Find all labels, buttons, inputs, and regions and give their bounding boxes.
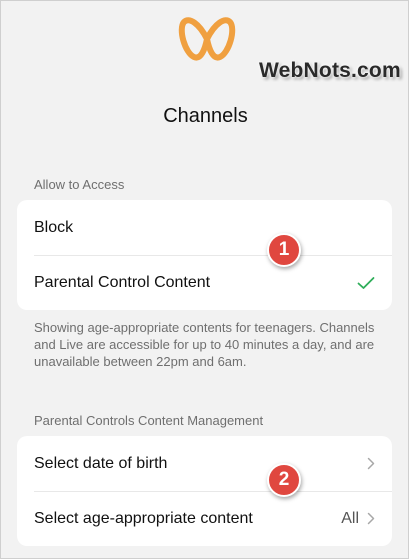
section-header-content-management: Parental Controls Content Management [34, 413, 264, 428]
option-parental-control-content[interactable]: Parental Control Content [17, 255, 392, 310]
select-date-of-birth-row[interactable]: Select date of birth [17, 436, 392, 491]
annotation-badge-2: 2 [267, 463, 301, 497]
chevron-right-icon [367, 512, 375, 525]
watermark: WebNots.com [259, 59, 401, 82]
page-title: Channels [163, 105, 248, 127]
section-header-allow-access: Allow to Access [34, 177, 125, 192]
checkmark-icon [357, 276, 375, 289]
screen: WebNots.com Channels Allow to Access Blo… [0, 0, 409, 559]
chevron-right-icon [367, 457, 375, 470]
content-management-card: Select date of birth Select age-appropri… [17, 436, 392, 546]
butterfly-logo-icon [178, 17, 236, 61]
row-label: Select age-appropriate content [34, 509, 253, 527]
row-value: All [341, 509, 359, 527]
option-label: Parental Control Content [34, 273, 211, 291]
row-label: Select date of birth [34, 454, 168, 472]
access-description: Showing age-appropriate contents for tee… [34, 320, 375, 369]
select-age-appropriate-content-row[interactable]: Select age-appropriate content All [17, 491, 392, 546]
option-label: Block [34, 218, 74, 236]
annotation-badge-1: 1 [267, 233, 301, 267]
allow-access-card: Block Parental Control Content [17, 200, 392, 310]
option-block[interactable]: Block [17, 200, 392, 255]
